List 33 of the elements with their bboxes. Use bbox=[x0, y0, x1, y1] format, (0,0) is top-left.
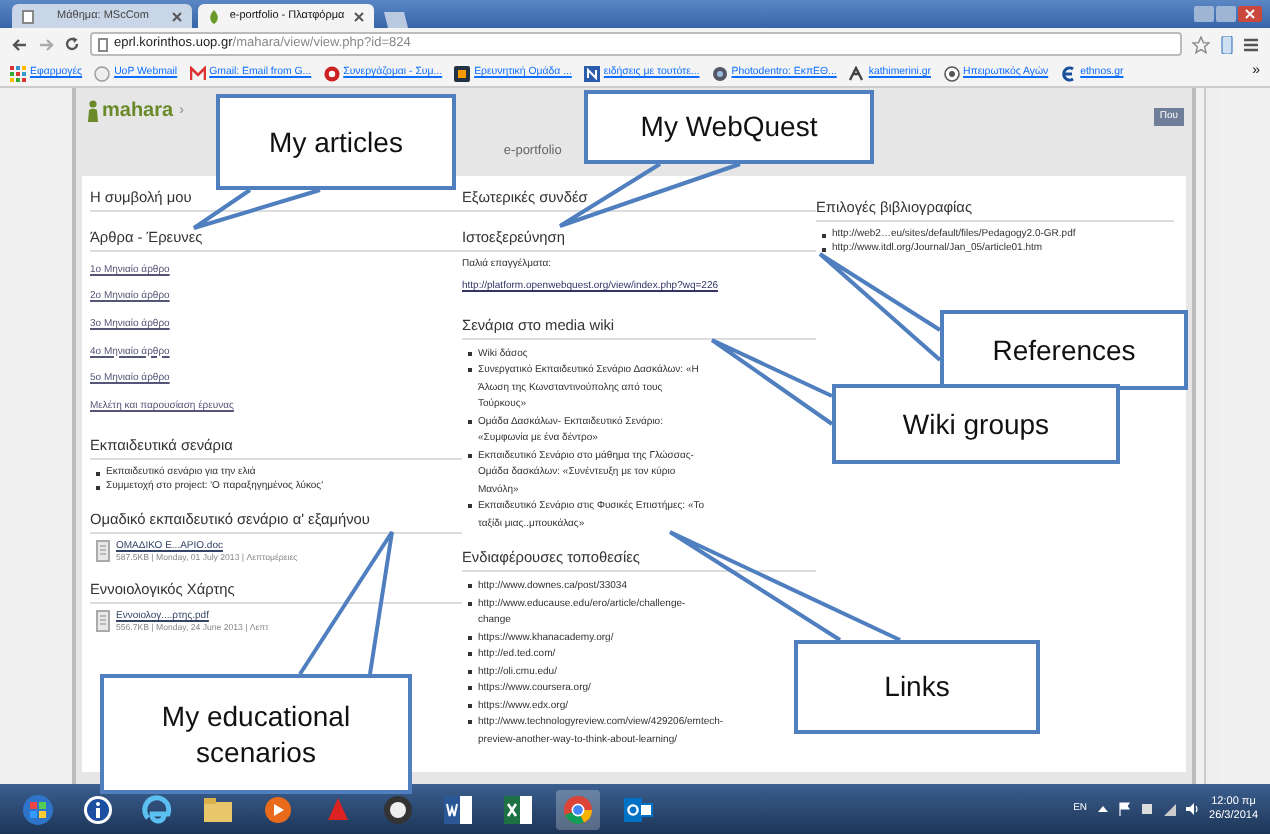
reload-icon[interactable] bbox=[64, 36, 80, 52]
callout-label: My articles bbox=[269, 123, 403, 161]
news-icon bbox=[583, 65, 600, 81]
figure-icon bbox=[86, 100, 100, 122]
square-icon bbox=[454, 65, 471, 81]
page-icon bbox=[22, 9, 34, 23]
window-controls-icon[interactable] bbox=[1194, 5, 1262, 23]
flag-icon[interactable] bbox=[1117, 802, 1130, 816]
letter-icon bbox=[848, 65, 865, 81]
callout-label: Wiki groups bbox=[902, 405, 1050, 443]
euro-icon bbox=[1060, 65, 1077, 81]
callout-label: References bbox=[992, 331, 1136, 369]
leaf-icon bbox=[208, 9, 220, 23]
back-icon[interactable] bbox=[12, 37, 28, 51]
page-icon bbox=[98, 37, 108, 51]
mail-icon bbox=[189, 65, 206, 81]
document-icon bbox=[96, 609, 110, 632]
volume-icon[interactable] bbox=[1185, 802, 1200, 816]
callout-label: My WebQuest bbox=[640, 108, 818, 146]
close-icon[interactable] bbox=[354, 11, 364, 21]
callout-label: My educational scenarios bbox=[159, 697, 353, 771]
document-icon bbox=[96, 540, 110, 563]
signal-icon[interactable] bbox=[1163, 803, 1176, 815]
close-icon[interactable] bbox=[172, 11, 182, 21]
callout-label: Links bbox=[884, 668, 950, 706]
menu-icon[interactable] bbox=[1244, 37, 1258, 51]
device-icon[interactable] bbox=[1139, 802, 1154, 816]
star-icon[interactable] bbox=[1192, 35, 1210, 53]
extension-icon[interactable] bbox=[1220, 35, 1234, 53]
chrome-icon[interactable] bbox=[556, 789, 600, 829]
up-arrow-icon[interactable] bbox=[1097, 804, 1108, 814]
apps-icon bbox=[10, 65, 26, 81]
new-tab-button[interactable] bbox=[380, 12, 408, 28]
